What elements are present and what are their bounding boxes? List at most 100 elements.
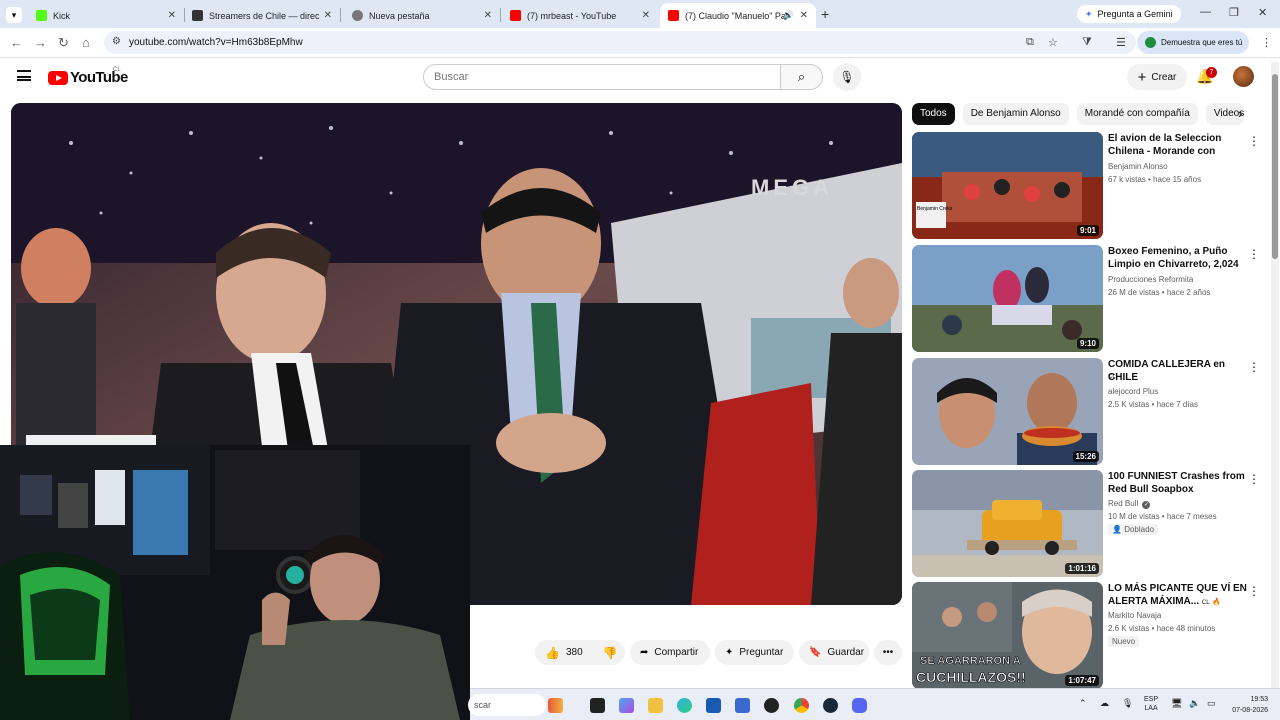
- search-input[interactable]: Buscar: [423, 64, 781, 90]
- tab-active-youtube[interactable]: (7) Claudio "Manuelo" Palma 🔊 ✕: [660, 3, 816, 28]
- hamburger-menu-icon[interactable]: [17, 70, 31, 81]
- save-icon: 🔖: [809, 647, 822, 658]
- video-title[interactable]: 100 FUNNIEST Crashes from Red Bull Soapb…: [1108, 470, 1248, 496]
- tab-search-button[interactable]: ▾: [6, 7, 22, 23]
- language-indicator[interactable]: ESP LAA: [1144, 695, 1158, 713]
- like-icon[interactable]: 👍: [545, 646, 560, 660]
- related-video-card[interactable]: 1:01:16 100 FUNNIEST Crashes from Red Bu…: [912, 470, 1267, 577]
- related-video-card[interactable]: SE AGARRARON A CUCHILLAZOS!! 1:07:47 LO …: [912, 582, 1267, 689]
- steam-icon[interactable]: [823, 698, 838, 713]
- save-button[interactable]: 🔖 Guardar: [799, 640, 869, 665]
- video-thumbnail[interactable]: 15:26: [912, 358, 1103, 465]
- close-tab-icon[interactable]: ✕: [168, 10, 176, 21]
- channel-name-row[interactable]: Red Bull ✓: [1108, 499, 1151, 509]
- search-button[interactable]: ⌕: [780, 64, 823, 90]
- kebab-menu-icon[interactable]: ⋮: [1248, 134, 1260, 148]
- thumbnail-text: SE AGARRARON A CUCHILLAZOS!!: [916, 655, 1026, 685]
- extensions-icon[interactable]: ⧩: [1082, 36, 1092, 49]
- chrome-icon[interactable]: [794, 698, 809, 713]
- reading-list-icon[interactable]: ☰: [1116, 36, 1126, 49]
- video-title-text[interactable]: LO MÁS PICANTE QUE VÍ EN ALERTA MÁXIMA..…: [1108, 583, 1247, 607]
- tab-title: (7) Claudio "Manuelo" Palma: [685, 10, 785, 21]
- network-icon[interactable]: 🖥: [1171, 698, 1182, 709]
- back-icon[interactable]: ←: [10, 35, 23, 50]
- chevron-right-icon[interactable]: ›: [1238, 106, 1242, 121]
- video-title[interactable]: El avion de la Seleccion Chilena - Moran…: [1108, 132, 1248, 159]
- voice-search-button[interactable]: 🎙: [833, 63, 861, 91]
- tab-mrbeast[interactable]: (7) mrbeast - YouTube ✕: [502, 3, 658, 28]
- store-icon[interactable]: [706, 698, 721, 713]
- forward-icon[interactable]: →: [34, 35, 47, 50]
- minimize-icon[interactable]: —: [1200, 6, 1211, 18]
- address-toolbar: ← → ↻ ⌂ ⚙ youtube.com/watch?v=Hm63b8EpMh…: [0, 28, 1280, 58]
- task-view-icon[interactable]: [590, 698, 605, 713]
- restore-icon[interactable]: ❐: [1229, 6, 1239, 19]
- tray-mic-icon[interactable]: 🎙: [1122, 698, 1133, 709]
- new-tab-button[interactable]: +: [821, 6, 829, 22]
- gemini-button[interactable]: ✦ Pregunta a Gemini: [1077, 5, 1181, 23]
- tray-chevron-icon[interactable]: ⌃: [1079, 698, 1087, 709]
- tab-new-tab[interactable]: Nueva pestaña ✕: [344, 3, 500, 28]
- video-thumbnail[interactable]: 9:10: [912, 245, 1103, 352]
- kebab-menu-icon[interactable]: ⋮: [1248, 247, 1260, 261]
- tab-streamers[interactable]: Streamers de Chile — directorio ✕: [184, 3, 340, 28]
- close-tab-icon[interactable]: ✕: [324, 10, 332, 21]
- clock[interactable]: 19:53 07-08-2026: [1224, 694, 1268, 716]
- chip-todos[interactable]: Todos: [912, 103, 955, 125]
- video-title[interactable]: COMIDA CALLEJERA en CHILE: [1108, 358, 1248, 384]
- kebab-menu-icon[interactable]: ⋮: [1248, 360, 1260, 374]
- profile-prompt-button[interactable]: Demuestra que eres tú: [1137, 31, 1249, 54]
- windows-taskbar: scar ⌃ ☁ 🎙 ESP LAA 🖥 🔈 ▭ 19:53 07-08-202…: [468, 688, 1280, 720]
- video-title[interactable]: LO MÁS PICANTE QUE VÍ EN ALERTA MÁXIMA..…: [1108, 582, 1248, 609]
- video-thumbnail[interactable]: Benjamin Creks 9:01: [912, 132, 1103, 239]
- tray-app-icon[interactable]: ☁: [1100, 698, 1109, 709]
- close-tab-icon[interactable]: ✕: [484, 10, 492, 21]
- avatar[interactable]: [1233, 66, 1254, 87]
- volume-icon[interactable]: 🔈: [1189, 698, 1200, 709]
- obs-icon[interactable]: [764, 698, 779, 713]
- reload-icon[interactable]: ↻: [58, 35, 69, 51]
- more-actions-button[interactable]: •••: [874, 640, 902, 665]
- file-explorer-icon[interactable]: [648, 698, 663, 713]
- related-video-card[interactable]: Benjamin Creks 9:01 El avion de la Selec…: [912, 132, 1267, 239]
- close-window-icon[interactable]: ✕: [1258, 6, 1267, 19]
- url-bar[interactable]: ⚙ youtube.com/watch?v=Hm63b8EpMhw: [104, 31, 1136, 54]
- speaker-icon[interactable]: 🔊: [783, 10, 794, 21]
- battery-icon[interactable]: ▭: [1207, 698, 1216, 709]
- discord-icon[interactable]: [852, 698, 867, 713]
- video-thumbnail[interactable]: 1:01:16: [912, 470, 1103, 577]
- app-icon[interactable]: [735, 698, 750, 713]
- close-tab-icon[interactable]: ✕: [642, 10, 650, 21]
- like-count[interactable]: 380: [566, 647, 583, 658]
- chip-morande[interactable]: Morandé con compañía: [1076, 103, 1198, 125]
- home-icon[interactable]: ⌂: [82, 35, 90, 50]
- share-button[interactable]: ➦ Compartir: [630, 640, 710, 665]
- related-video-card[interactable]: 15:26 COMIDA CALLEJERA en CHILE CL alejo…: [912, 358, 1267, 465]
- tab-kick[interactable]: Kick ✕: [28, 3, 184, 28]
- install-icon[interactable]: ⧉: [1026, 36, 1034, 49]
- page-scrollbar[interactable]: [1271, 62, 1279, 688]
- channel-name[interactable]: Markito Navaja: [1108, 611, 1161, 620]
- create-button[interactable]: + Crear: [1127, 64, 1187, 90]
- channel-name[interactable]: Producciones Reformita: [1108, 275, 1193, 284]
- kebab-menu-icon[interactable]: ⋮: [1248, 584, 1260, 598]
- ask-button[interactable]: ✦ Preguntar: [715, 640, 794, 665]
- widget-icon[interactable]: [548, 698, 563, 713]
- chip-benjamin[interactable]: De Benjamin Alonso: [962, 103, 1069, 125]
- browser-menu-icon[interactable]: ⋮: [1261, 36, 1272, 49]
- video-title[interactable]: Boxeo Femenino, a Puño Limpio en Chivarr…: [1108, 245, 1248, 272]
- channel-name[interactable]: Benjamin Alonso: [1108, 162, 1168, 171]
- copilot-icon[interactable]: [619, 698, 634, 713]
- close-tab-icon[interactable]: ✕: [800, 10, 808, 21]
- kebab-menu-icon[interactable]: ⋮: [1248, 472, 1260, 486]
- scrollbar-thumb[interactable]: [1272, 74, 1278, 259]
- bookmark-star-icon[interactable]: ☆: [1048, 36, 1058, 49]
- video-thumbnail[interactable]: SE AGARRARON A CUCHILLAZOS!! 1:07:47: [912, 582, 1103, 689]
- channel-name[interactable]: Red Bull: [1108, 499, 1138, 508]
- channel-name[interactable]: alejocord Plus: [1108, 387, 1158, 396]
- site-info-icon[interactable]: ⚙: [112, 36, 121, 47]
- taskbar-search-input[interactable]: scar: [468, 694, 546, 716]
- edge-icon[interactable]: [677, 698, 692, 713]
- related-video-card[interactable]: 9:10 Boxeo Femenino, a Puño Limpio en Ch…: [912, 245, 1267, 352]
- dislike-icon[interactable]: 👎: [603, 646, 618, 660]
